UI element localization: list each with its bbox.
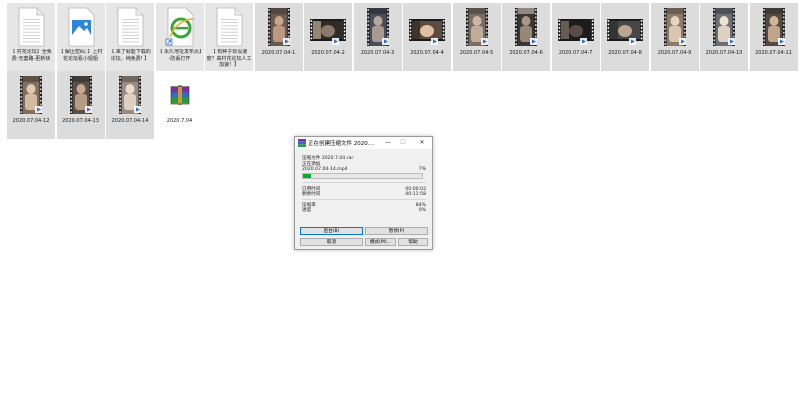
file-item[interactable]: 【 永久地址发布页】-防丢打开 [155, 3, 204, 71]
divider [302, 199, 426, 200]
image-file-icon [63, 7, 99, 47]
internet-shortcut-icon [162, 7, 198, 47]
file-item[interactable]: 2020.07.04-14 [106, 71, 154, 139]
file-name: 2020.07.04-1 [261, 50, 296, 56]
file-item[interactable]: 2020.07.04-3 [353, 3, 402, 71]
video-thumbnail-icon [310, 7, 346, 47]
video-thumbnail-icon [706, 7, 742, 47]
maximize-button[interactable]: ☐ [398, 138, 408, 148]
file-name: 【 来了就能下载的论坛，纯免费! 】 [109, 49, 151, 62]
file-name: 2020.07.04-3 [360, 50, 395, 56]
file-name: 2020.07.04-14 [111, 118, 149, 124]
video-thumbnail-icon [508, 7, 544, 47]
file-item[interactable]: 2020.07.04-7 [551, 3, 600, 71]
file-name: 2020.07.04-10 [705, 50, 743, 56]
video-thumbnail-icon [409, 7, 445, 47]
video-thumbnail-icon [756, 7, 792, 47]
file-item[interactable]: 2020.07.04-10 [700, 3, 748, 71]
video-thumbnail-icon [607, 7, 643, 47]
file-name: 2020.07.04-11 [755, 50, 792, 56]
video-thumbnail-icon [13, 75, 49, 115]
video-thumbnail-icon [112, 75, 148, 115]
file-item[interactable]: 2020.07.04-12 [7, 71, 55, 139]
text-file-icon [112, 7, 148, 47]
file-item[interactable]: 2020.07.04-11 [749, 3, 798, 71]
remaining-label: 剩余时间 [302, 192, 321, 197]
file-name: 2020.07.04-5 [459, 50, 494, 56]
mode-button[interactable]: 模式(M)... [365, 238, 396, 246]
video-thumbnail-icon [657, 7, 693, 47]
background-button[interactable]: 后台(B) [300, 227, 363, 235]
file-item[interactable]: 【 来了就能下载的论坛，纯免费! 】 [106, 3, 154, 71]
file-name: 【 解压密码：】上村花论坛看小姐姐 [58, 49, 103, 62]
video-thumbnail-icon [557, 7, 594, 47]
current-file: 2020.07.04-14.mp4 [302, 167, 348, 172]
dialog-title: 正在创建压缩文件 2020.... [308, 141, 375, 147]
winrar-icon [298, 139, 306, 147]
file-name: 2020.07.04-8 [608, 50, 642, 56]
text-file-icon [13, 7, 49, 47]
file-item[interactable]: 2020.7.04 [156, 71, 204, 139]
archive-progress-dialog: 正在创建压缩文件 2020.... — ☐ ✕ 压缩文件 2020.7.04.r… [294, 136, 433, 250]
file-name: 2020.07.04-13 [62, 118, 99, 124]
file-item[interactable]: 【 村花论坛】全免费-无套路-更新快 [7, 3, 55, 71]
progress-value: 0% [418, 208, 426, 213]
file-item[interactable]: 【 有种子却没速度？来村花论坛人工加速！】 [205, 3, 253, 71]
minimize-button[interactable]: — [383, 138, 393, 148]
video-thumbnail-icon [261, 7, 297, 47]
video-thumbnail-icon [360, 7, 396, 47]
file-item[interactable]: 2020.07.04-13 [56, 71, 105, 139]
dialog-titlebar[interactable]: 正在创建压缩文件 2020.... — ☐ ✕ [295, 137, 432, 149]
file-item[interactable]: 2020.07.04-6 [502, 3, 550, 71]
file-item[interactable]: 2020.07.04-2 [304, 3, 352, 71]
file-name: 2020.07.04-9 [657, 50, 692, 56]
file-item[interactable]: 2020.07.04-5 [452, 3, 501, 71]
help-button[interactable]: 帮助 [398, 238, 428, 246]
progress-label: 进度 [302, 208, 312, 213]
remaining-value: 00:11:58 [405, 192, 426, 197]
file-percent: 7% [418, 167, 426, 172]
file-progress-bar [302, 173, 423, 179]
file-name: 2020.07.04-12 [12, 118, 50, 124]
file-name: 2020.07.04-7 [558, 50, 593, 56]
file-name: 2020.7.04 [166, 118, 193, 124]
file-grid: 【 村花论坛】全免费-无套路-更新快【 解压密码：】上村花论坛看小姐姐【 来了就… [0, 0, 800, 139]
file-item[interactable]: 2020.07.04-1 [254, 3, 303, 71]
cancel-button[interactable]: 取消 [300, 238, 363, 246]
file-name: 【 有种子却没速度？来村花论坛人工加速！】 [206, 49, 252, 68]
winrar-archive-icon [162, 75, 198, 115]
file-item[interactable]: 2020.07.04-8 [601, 3, 649, 71]
file-name: 2020.07.04-4 [410, 50, 444, 56]
video-thumbnail-icon [459, 7, 495, 47]
file-name: 【 永久地址发布页】-防丢打开 [157, 49, 202, 62]
text-file-icon [211, 7, 247, 47]
file-item[interactable]: 2020.07.04-4 [403, 3, 451, 71]
file-item[interactable]: 2020.07.04-9 [650, 3, 699, 71]
file-name: 【 村花论坛】全免费-无套路-更新快 [10, 49, 52, 62]
file-progress-fill [303, 174, 312, 178]
close-button[interactable]: ✕ [417, 138, 427, 148]
archive-name: 压缩文件 2020.7.04.rar [302, 156, 354, 161]
file-name: 2020.07.04-6 [509, 50, 543, 56]
video-thumbnail-icon [63, 75, 99, 115]
file-item[interactable]: 【 解压密码：】上村花论坛看小姐姐 [56, 3, 105, 71]
divider [302, 182, 426, 183]
file-name: 2020.07.04-2 [311, 50, 345, 56]
pause-button[interactable]: 暂停(P) [365, 227, 428, 235]
